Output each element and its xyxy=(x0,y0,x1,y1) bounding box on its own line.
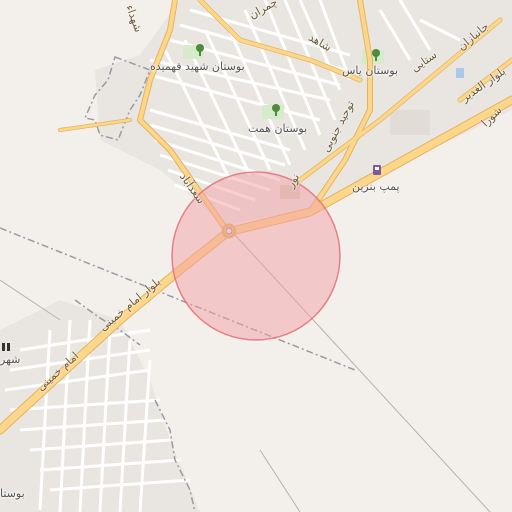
place-label-west: شهر xyxy=(0,353,21,366)
fuel-station-label: پمپ بنزین xyxy=(352,180,400,193)
fuel-station-icon[interactable] xyxy=(373,165,381,175)
park-label-fahimeh: بوستان شهید فهمیده xyxy=(150,60,245,73)
map-view[interactable]: بوستان شهید فهمیده بوستان یاس بوستان همت… xyxy=(0,0,512,512)
building-block xyxy=(390,110,430,135)
park-label-yas: بوستان یاس xyxy=(342,64,399,77)
park-label-hemmat: بوستان همت xyxy=(248,122,308,135)
map-base-layer xyxy=(0,0,512,512)
park-label-sw: بوستا xyxy=(0,487,25,500)
building-block xyxy=(456,68,464,78)
